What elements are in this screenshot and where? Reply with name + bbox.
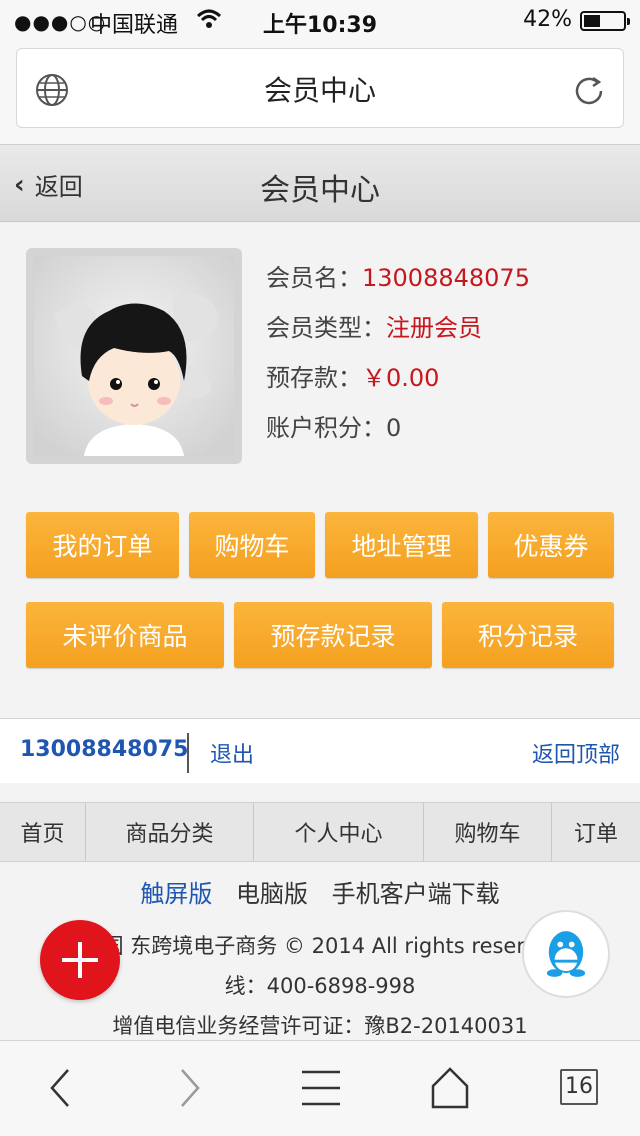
page-url-title: 会员中心 (263, 74, 376, 107)
page-title: 会员中心 (260, 173, 380, 208)
reload-icon[interactable] (571, 73, 607, 109)
app-download-link[interactable]: 手机客户端下载 (332, 880, 500, 908)
username-link[interactable]: 13008848075 (20, 737, 188, 762)
member-name-label: 会员名： (266, 264, 362, 292)
footer-nav-profile[interactable]: 个人中心 (254, 803, 424, 861)
member-type-label: 会员类型： (266, 314, 386, 342)
footer-nav-cart[interactable]: 购物车 (424, 803, 552, 861)
menu-icon[interactable] (296, 1064, 346, 1112)
battery-percentage: 42% (523, 7, 572, 32)
home-icon[interactable] (425, 1064, 475, 1112)
qq-penguin-icon (546, 931, 586, 977)
deposit-row: 预存款：￥0.00 (266, 358, 530, 408)
browser-bar: 会员中心 (0, 40, 640, 144)
deposit-label: 预存款： (266, 364, 362, 392)
cart-button[interactable]: 购物车 (189, 512, 315, 578)
status-bar: ●●●○○ 中国联通 上午10:39 42% (0, 0, 640, 40)
points-row: 账户积分：0 (266, 408, 530, 458)
qq-chat-button[interactable] (522, 910, 610, 998)
footer-nav: 首页 商品分类 个人中心 购物车 订单 (0, 802, 640, 862)
member-type-value: 注册会员 (386, 314, 482, 342)
user-bar: 13008848075 退出 返回顶部 (0, 719, 640, 783)
my-orders-button[interactable]: 我的订单 (26, 512, 179, 578)
version-links: 触屏版 电脑版 手机客户端下载 (0, 874, 640, 909)
footer-nav-categories[interactable]: 商品分类 (86, 803, 254, 861)
avatar[interactable] (26, 248, 242, 464)
url-bar[interactable]: 会员中心 (16, 48, 624, 128)
deposit-records-button[interactable]: 预存款记录 (234, 602, 432, 668)
address-management-button[interactable]: 地址管理 (325, 512, 478, 578)
battery-icon (580, 11, 630, 31)
coupons-button[interactable]: 优惠券 (488, 512, 614, 578)
tabs-count-button[interactable]: 16 (560, 1069, 598, 1105)
page-header: ‹ 返回 会员中心 (0, 144, 640, 222)
points-value: 0 (386, 414, 402, 442)
logout-link[interactable]: 退出 (210, 737, 254, 769)
member-info: 会员名：13008848075 会员类型：注册会员 预存款：￥0.00 账户积分… (266, 258, 530, 458)
battery-level (584, 15, 600, 27)
points-label: 账户积分： (266, 414, 386, 442)
avatar-image (34, 256, 234, 456)
deposit-value: ￥0.00 (362, 364, 440, 392)
touch-version-link[interactable]: 触屏版 (140, 880, 212, 908)
separator (187, 733, 189, 773)
points-records-button[interactable]: 积分记录 (442, 602, 614, 668)
unreviewed-products-button[interactable]: 未评价商品 (26, 602, 224, 668)
pc-version-link[interactable]: 电脑版 (236, 880, 308, 908)
add-floating-button[interactable] (40, 920, 120, 1000)
member-name-row: 会员名：13008848075 (266, 258, 530, 308)
browser-forward-icon[interactable] (164, 1064, 214, 1112)
footer-nav-orders[interactable]: 订单 (552, 803, 640, 861)
member-type-row: 会员类型：注册会员 (266, 308, 530, 358)
browser-back-icon[interactable] (36, 1064, 86, 1112)
member-name-value: 13008848075 (362, 264, 530, 292)
back-to-top-link[interactable]: 返回顶部 (532, 737, 620, 769)
footer-nav-home[interactable]: 首页 (0, 803, 86, 861)
